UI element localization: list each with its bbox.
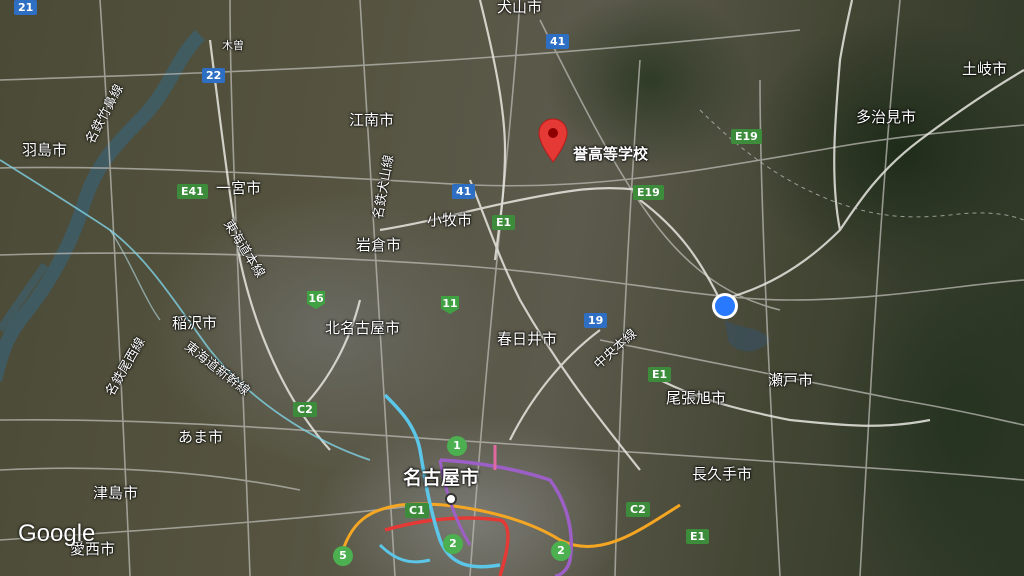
place-tajimi[interactable]: 多治見市 [856, 110, 916, 125]
google-logo: Google [18, 520, 96, 547]
metro-line-badge: 2 [551, 541, 571, 561]
route-shield: 22 [202, 68, 226, 83]
expressway-shield: E1 [686, 529, 710, 544]
place-seto[interactable]: 瀬戸市 [768, 373, 813, 388]
expressway-shield: E1 [492, 215, 516, 230]
red-map-pin-icon[interactable] [538, 118, 568, 164]
place-inuyama[interactable]: 犬山市 [497, 0, 542, 15]
place-inazawa[interactable]: 稲沢市 [172, 316, 217, 331]
place-kasugai[interactable]: 春日井市 [497, 332, 557, 347]
metro-line-badge: 1 [447, 436, 467, 456]
expressway-shield: E1 [648, 367, 672, 382]
route-shield: 19 [584, 313, 608, 328]
prefecture-border [699, 109, 1024, 221]
place-tsushima[interactable]: 津島市 [93, 486, 138, 501]
place-iwakura[interactable]: 岩倉市 [356, 238, 401, 253]
expressway-shield: C2 [626, 502, 650, 517]
blue-location-dot-icon[interactable] [710, 291, 740, 321]
route-shield: 41 [452, 184, 476, 199]
place-ichinomiya[interactable]: 一宮市 [216, 181, 261, 196]
place-hashima[interactable]: 羽島市 [22, 143, 67, 158]
expressway-shield: E19 [731, 129, 762, 144]
metro-cyan-2 [378, 543, 431, 564]
place-owariasahi[interactable]: 尾張旭市 [666, 391, 726, 406]
expressway-shield: E19 [633, 185, 664, 200]
satellite-map[interactable]: 犬山市 土岐市 多治見市 江南市 羽島市 一宮市 小牧市 岩倉市 稲沢市 北名古… [0, 0, 1024, 576]
place-konan[interactable]: 江南市 [349, 113, 394, 128]
highways [208, 0, 1024, 471]
place-ama[interactable]: あま市 [178, 430, 223, 445]
route-shield: 21 [14, 0, 38, 15]
place-kitanagoya[interactable]: 北名古屋市 [325, 321, 400, 336]
expressway-shield: C2 [293, 402, 317, 417]
marker-label[interactable]: 誉高等学校 [573, 147, 648, 162]
place-komaki[interactable]: 小牧市 [427, 213, 472, 228]
expressway-shield: E41 [177, 184, 208, 199]
metro-line-badge: 5 [333, 546, 353, 566]
map-roads-layer [0, 0, 1024, 576]
metro-line-badge: 2 [443, 534, 463, 554]
place-nagakute[interactable]: 長久手市 [692, 467, 752, 482]
arterial-roads [0, 0, 1024, 576]
route-shield: 41 [546, 34, 570, 49]
station-dot[interactable] [445, 493, 457, 505]
kiso-river [0, 30, 206, 382]
place-nagoya[interactable]: 名古屋市 [403, 469, 479, 488]
line-kiso: 木曽 [222, 39, 244, 52]
place-toki[interactable]: 土岐市 [962, 62, 1007, 77]
expressway-shield: C1 [405, 503, 429, 518]
reservoir [725, 320, 770, 352]
